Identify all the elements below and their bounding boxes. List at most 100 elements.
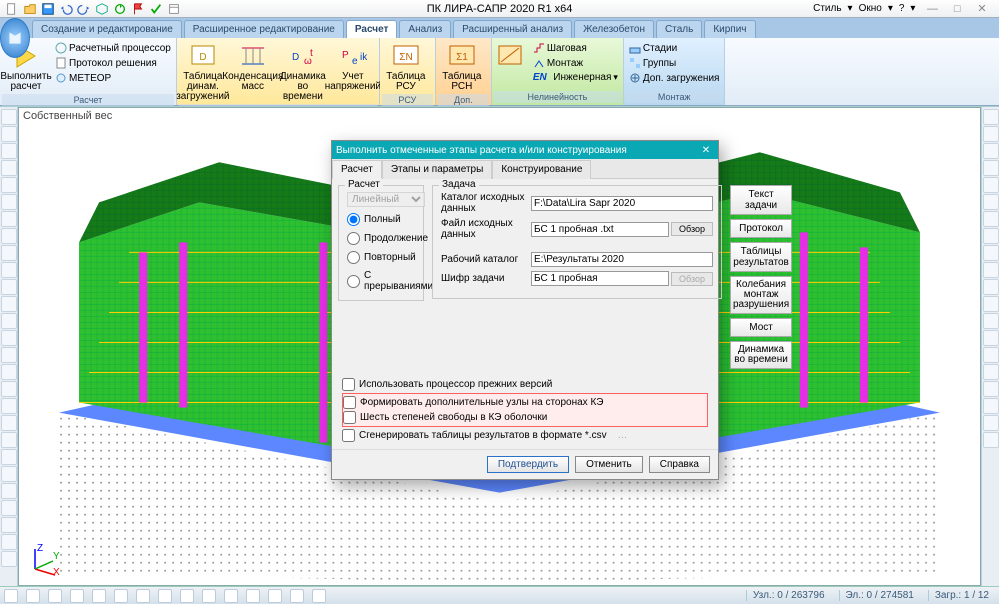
- code-input[interactable]: [531, 271, 669, 286]
- tool-icon[interactable]: [983, 364, 999, 380]
- tool-icon[interactable]: [1, 262, 17, 278]
- rsu-table-button[interactable]: ΣNТаблица РСУ: [382, 40, 430, 94]
- dlg-tab-calc[interactable]: Расчет: [332, 160, 382, 179]
- radio-interrupt[interactable]: С прерываниями: [347, 270, 415, 292]
- tool-icon[interactable]: [1, 466, 17, 482]
- tab-create[interactable]: Создание и редактирование: [32, 20, 182, 38]
- tool-icon[interactable]: [1, 347, 17, 363]
- tool-icon[interactable]: [1, 449, 17, 465]
- task-text-button[interactable]: Текст задачи: [730, 185, 792, 215]
- dlg-tab-design[interactable]: Конструирование: [492, 160, 591, 179]
- extra-loads-button[interactable]: Доп. загружения: [627, 71, 722, 85]
- radio-continue[interactable]: Продолжение: [347, 232, 415, 245]
- status-icon[interactable]: [224, 589, 238, 603]
- tool-icon[interactable]: [983, 177, 999, 193]
- menu-window[interactable]: Окно: [859, 3, 882, 14]
- protocol-button[interactable]: Протокол: [730, 219, 792, 238]
- tool-icon[interactable]: [983, 194, 999, 210]
- isometry-icon[interactable]: [94, 1, 110, 17]
- tool-icon[interactable]: [983, 330, 999, 346]
- tab-analysis[interactable]: Анализ: [399, 20, 451, 38]
- tool-icon[interactable]: [1, 177, 17, 193]
- maximize-icon[interactable]: □: [946, 3, 968, 15]
- vibration-button[interactable]: Колебания монтаж разрушения: [730, 276, 792, 314]
- status-icon[interactable]: [48, 589, 62, 603]
- tool-icon[interactable]: [1, 313, 17, 329]
- minimize-icon[interactable]: —: [921, 3, 943, 15]
- refresh-icon[interactable]: [112, 1, 128, 17]
- result-tables-button[interactable]: Таблицы результатов: [730, 242, 792, 272]
- help-button[interactable]: Справка: [649, 456, 710, 473]
- radio-full[interactable]: Полный: [347, 213, 415, 226]
- menu-style[interactable]: Стиль: [813, 3, 841, 14]
- close-icon[interactable]: ✕: [971, 2, 993, 15]
- dyn-time-button[interactable]: DωtДинамика во времени: [279, 40, 327, 104]
- cancel-button[interactable]: Отменить: [575, 456, 643, 473]
- status-icon[interactable]: [92, 589, 106, 603]
- tool-icon[interactable]: [1, 551, 17, 567]
- status-icon[interactable]: [246, 589, 260, 603]
- status-icon[interactable]: [268, 589, 282, 603]
- tool-icon[interactable]: [1, 330, 17, 346]
- tool-icon[interactable]: [1, 534, 17, 550]
- src-file-input[interactable]: [531, 222, 669, 237]
- tool-icon[interactable]: [1, 296, 17, 312]
- status-icon[interactable]: [26, 589, 40, 603]
- save-icon[interactable]: [40, 1, 56, 17]
- tool-icon[interactable]: [1, 126, 17, 142]
- tab-steel[interactable]: Сталь: [656, 20, 702, 38]
- dialog-close-icon[interactable]: ✕: [698, 145, 714, 156]
- tool-icon[interactable]: [1, 160, 17, 176]
- nl-icon-button[interactable]: [494, 40, 528, 74]
- tool-icon[interactable]: [1, 415, 17, 431]
- tab-brick[interactable]: Кирпич: [704, 20, 755, 38]
- tool-icon[interactable]: [1, 483, 17, 499]
- tab-edit-ext[interactable]: Расширенное редактирование: [184, 20, 344, 38]
- tool-icon[interactable]: [1, 109, 17, 125]
- tool-icon[interactable]: [983, 381, 999, 397]
- tool-icon[interactable]: [1, 143, 17, 159]
- tool-icon[interactable]: [1, 500, 17, 516]
- status-icon[interactable]: [158, 589, 172, 603]
- protocol-button[interactable]: Протокол решения: [53, 56, 173, 70]
- bridge-button[interactable]: Мост: [730, 318, 792, 337]
- tool-icon[interactable]: [983, 109, 999, 125]
- radio-repeat[interactable]: Повторный: [347, 251, 415, 264]
- calc-type-select[interactable]: Линейный: [347, 192, 425, 207]
- dyn-load-table-button[interactable]: DТаблица динам. загружений: [179, 40, 227, 104]
- tab-calc[interactable]: Расчет: [346, 20, 398, 38]
- tool-icon[interactable]: [1, 245, 17, 261]
- rsn-table-button[interactable]: Σ1Таблица РСН: [438, 40, 486, 94]
- dlg-tab-stages[interactable]: Этапы и параметры: [382, 160, 493, 179]
- tool-icon[interactable]: [1, 364, 17, 380]
- browse1-button[interactable]: Обзор: [671, 222, 713, 236]
- groups-button[interactable]: Группы: [627, 56, 722, 70]
- tool-icon[interactable]: [983, 126, 999, 142]
- check-icon[interactable]: [148, 1, 164, 17]
- tool-icon[interactable]: [983, 228, 999, 244]
- tool-icon[interactable]: [1, 211, 17, 227]
- new-icon[interactable]: [4, 1, 20, 17]
- status-icon[interactable]: [136, 589, 150, 603]
- tool-icon[interactable]: [983, 279, 999, 295]
- tool-icon[interactable]: [1, 517, 17, 533]
- undo-icon[interactable]: [58, 1, 74, 17]
- assembly-button[interactable]: Монтаж: [531, 56, 620, 70]
- menu-help[interactable]: ?: [899, 3, 905, 14]
- tool-icon[interactable]: [1, 432, 17, 448]
- tab-analysis-ext[interactable]: Расширенный анализ: [453, 20, 572, 38]
- meteor-button[interactable]: METEOP: [53, 71, 173, 85]
- model-viewport[interactable]: Собственный вес: [18, 107, 981, 586]
- chk-six-dof[interactable]: Шесть степеней свободы в КЭ оболочки: [343, 410, 707, 425]
- status-icon[interactable]: [312, 589, 326, 603]
- tool-icon[interactable]: [983, 262, 999, 278]
- tool-icon[interactable]: [983, 211, 999, 227]
- flag-icon[interactable]: [130, 1, 146, 17]
- stress-account-button[interactable]: PeikУчет напряжений: [329, 40, 377, 94]
- status-icon[interactable]: [290, 589, 304, 603]
- step-button[interactable]: Шаговая: [531, 41, 620, 55]
- tool-icon[interactable]: [983, 296, 999, 312]
- file-button[interactable]: [0, 18, 30, 58]
- tool-icon[interactable]: [983, 313, 999, 329]
- work-dir-input[interactable]: [531, 252, 713, 267]
